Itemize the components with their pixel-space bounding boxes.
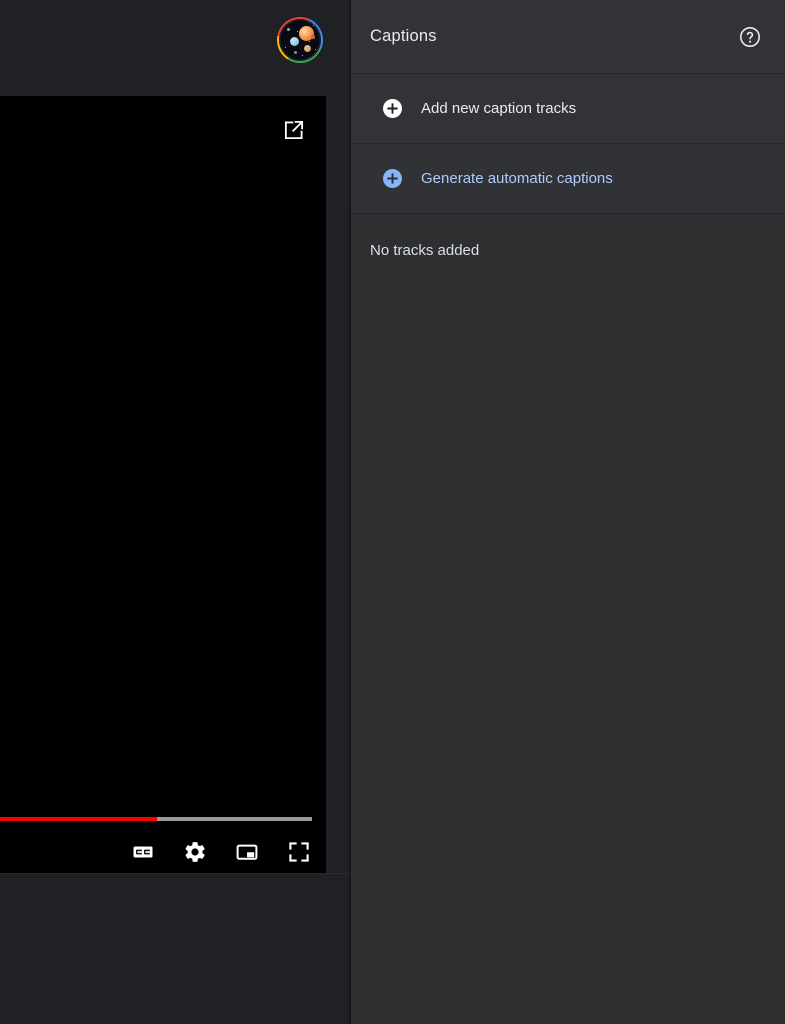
plus-circle-icon xyxy=(383,99,402,118)
avatar-image xyxy=(279,19,321,61)
fullscreen-button[interactable] xyxy=(286,839,312,865)
avatar-star xyxy=(313,25,314,26)
progress-played xyxy=(0,817,157,821)
avatar-planet-blue xyxy=(290,37,299,46)
avatar-planet-tan xyxy=(304,45,311,52)
avatar-planet-small-1 xyxy=(311,35,315,39)
avatar-star xyxy=(302,55,303,56)
avatar-star xyxy=(285,47,286,48)
avatar[interactable] xyxy=(277,17,323,63)
open-in-new-icon[interactable] xyxy=(281,117,307,143)
caption-tracks-list: No tracks added xyxy=(351,214,785,1024)
player-controls xyxy=(0,805,326,873)
avatar-star xyxy=(315,49,316,50)
video-player[interactable] xyxy=(0,96,326,873)
miniplayer-button[interactable] xyxy=(234,839,260,865)
progress-bar[interactable] xyxy=(0,817,312,821)
generate-automatic-captions-button[interactable]: Generate automatic captions xyxy=(351,144,785,214)
page-title: Captions xyxy=(370,27,437,46)
add-new-caption-tracks-button[interactable]: Add new caption tracks xyxy=(351,74,785,144)
avatar-star xyxy=(309,41,310,42)
avatar-star xyxy=(291,43,292,44)
app-root: Captions Add new caption tracks xyxy=(0,0,785,1024)
captions-panel: Captions Add new caption tracks xyxy=(351,0,785,1024)
add-new-caption-tracks-label: Add new caption tracks xyxy=(421,100,576,117)
avatar-star xyxy=(284,24,285,25)
avatar-star xyxy=(297,31,298,32)
avatar-planet-small-2 xyxy=(287,28,290,31)
avatar-planet-small-3 xyxy=(294,51,297,54)
empty-state-message: No tracks added xyxy=(370,242,785,259)
editor-lower-area xyxy=(0,873,351,1024)
plus-circle-icon xyxy=(383,169,402,188)
editor-topbar xyxy=(0,0,351,96)
generate-automatic-captions-label: Generate automatic captions xyxy=(421,170,613,187)
video-editor-column xyxy=(0,0,351,1024)
settings-button[interactable] xyxy=(182,839,208,865)
player-buttons xyxy=(130,839,312,865)
captions-panel-header: Captions xyxy=(351,0,785,74)
help-circle-icon[interactable] xyxy=(737,24,763,50)
subtitles-cc-button[interactable] xyxy=(130,839,156,865)
